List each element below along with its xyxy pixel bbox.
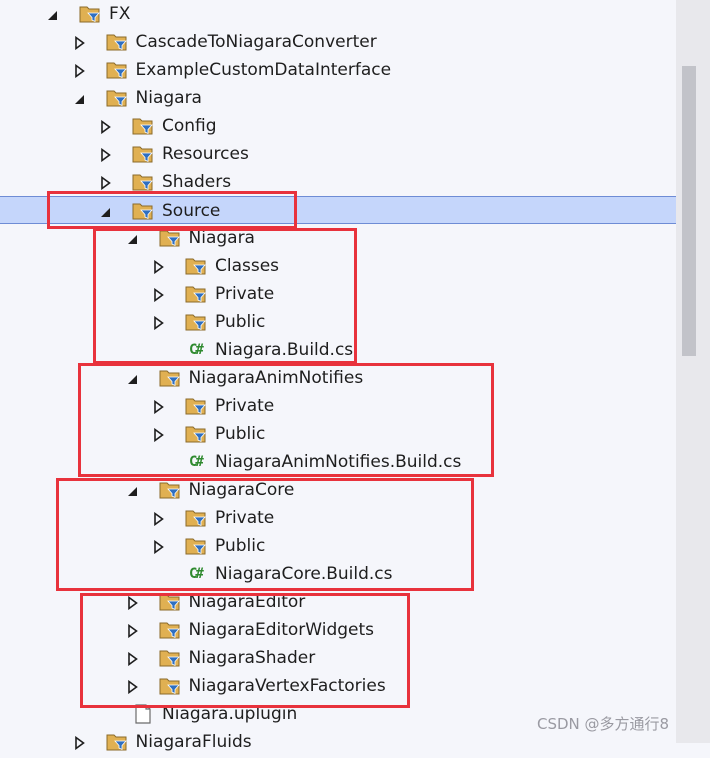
- filter-folder-icon: [106, 31, 128, 53]
- tree-item[interactable]: ExampleCustomDataInterface: [0, 56, 676, 84]
- tree-item-label: Shaders: [162, 172, 232, 192]
- highlight-box-niagara-core: [56, 478, 474, 591]
- tree-item-label: Config: [162, 116, 217, 136]
- collapsed-arrow-icon[interactable]: [74, 63, 86, 79]
- expanded-arrow-icon[interactable]: [74, 91, 86, 105]
- highlight-box-niagara: [93, 228, 357, 364]
- tree-item-label: CascadeToNiagaraConverter: [135, 32, 377, 52]
- tree-item[interactable]: FX: [0, 0, 676, 28]
- filter-folder-icon: [79, 3, 101, 25]
- tree-item-label: Niagara: [135, 88, 202, 108]
- expanded-arrow-icon[interactable]: [47, 7, 59, 21]
- tree-item-label: FX: [109, 4, 131, 24]
- tree-item[interactable]: Resources: [0, 140, 676, 168]
- tree-item[interactable]: Niagara: [0, 84, 676, 112]
- highlight-box-niagara-anim-notifies: [78, 363, 494, 477]
- tree-item-label: NiagaraFluids: [135, 732, 252, 752]
- collapsed-arrow-icon[interactable]: [100, 119, 112, 135]
- collapsed-arrow-icon[interactable]: [74, 735, 86, 751]
- watermark: CSDN @多方通行8: [537, 715, 670, 733]
- tree-item-label: Resources: [162, 144, 249, 164]
- filter-folder-icon: [132, 143, 154, 165]
- filter-folder-icon: [132, 115, 154, 137]
- tree-item[interactable]: CascadeToNiagaraConverter: [0, 28, 676, 56]
- filter-folder-icon: [132, 171, 154, 193]
- tree-item[interactable]: Config: [0, 112, 676, 140]
- scrollbar-thumb[interactable]: [682, 66, 696, 356]
- filter-folder-icon: [106, 59, 128, 81]
- highlight-box-other-modules: [80, 593, 410, 708]
- collapsed-arrow-icon[interactable]: [74, 35, 86, 51]
- collapsed-arrow-icon[interactable]: [100, 175, 112, 191]
- tree-item-label: ExampleCustomDataInterface: [135, 60, 392, 80]
- collapsed-arrow-icon[interactable]: [100, 147, 112, 163]
- filter-folder-icon: [106, 731, 128, 753]
- vertical-scrollbar[interactable]: [676, 0, 710, 743]
- highlight-box-source: [47, 191, 297, 229]
- filter-folder-icon: [106, 87, 128, 109]
